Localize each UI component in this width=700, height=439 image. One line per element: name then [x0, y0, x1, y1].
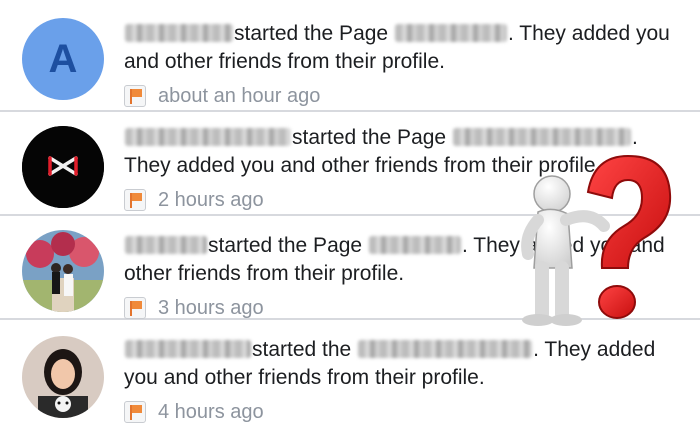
avatar[interactable] — [22, 336, 104, 418]
timestamp[interactable]: 3 hours ago — [158, 294, 264, 322]
blurred-page-name — [452, 128, 631, 146]
notification-action: started the Page — [292, 126, 447, 149]
page-logo-icon — [22, 126, 104, 208]
avatar-letter: A — [48, 36, 78, 81]
photo-avatar-icon — [22, 230, 104, 312]
avatar[interactable] — [22, 230, 104, 312]
avatar[interactable]: A — [22, 18, 104, 100]
page-flag-icon — [124, 297, 146, 319]
page-flag-icon — [124, 401, 146, 423]
notification-meta: about an hour ago — [124, 82, 676, 110]
notification-text: started the Page . They added you and ot… — [124, 20, 676, 110]
page-flag-icon — [124, 85, 146, 107]
blurred-name — [125, 236, 207, 254]
notification-text: started the . They added you and other f… — [124, 336, 676, 426]
notification-meta: 4 hours ago — [124, 398, 676, 426]
timestamp[interactable]: about an hour ago — [158, 82, 320, 110]
blurred-page-name — [368, 236, 461, 254]
page-flag-icon — [124, 189, 146, 211]
blurred-name — [125, 340, 251, 358]
notification-action: started the Page — [208, 234, 363, 257]
blurred-name — [125, 24, 233, 42]
photo-avatar-icon — [22, 336, 104, 418]
blurred-name — [125, 128, 291, 146]
notification-item[interactable]: started the . They added you and other f… — [0, 320, 700, 439]
timestamp[interactable]: 2 hours ago — [158, 186, 264, 214]
notification-item[interactable]: A started the Page . They added you and … — [0, 0, 700, 112]
blurred-page-name — [358, 340, 533, 358]
question-mascot-icon — [521, 154, 672, 326]
avatar[interactable] — [22, 126, 104, 208]
notification-action: started the Page — [234, 22, 389, 45]
timestamp[interactable]: 4 hours ago — [158, 398, 264, 426]
blurred-page-name — [394, 24, 507, 42]
notification-action: started the — [252, 338, 352, 361]
